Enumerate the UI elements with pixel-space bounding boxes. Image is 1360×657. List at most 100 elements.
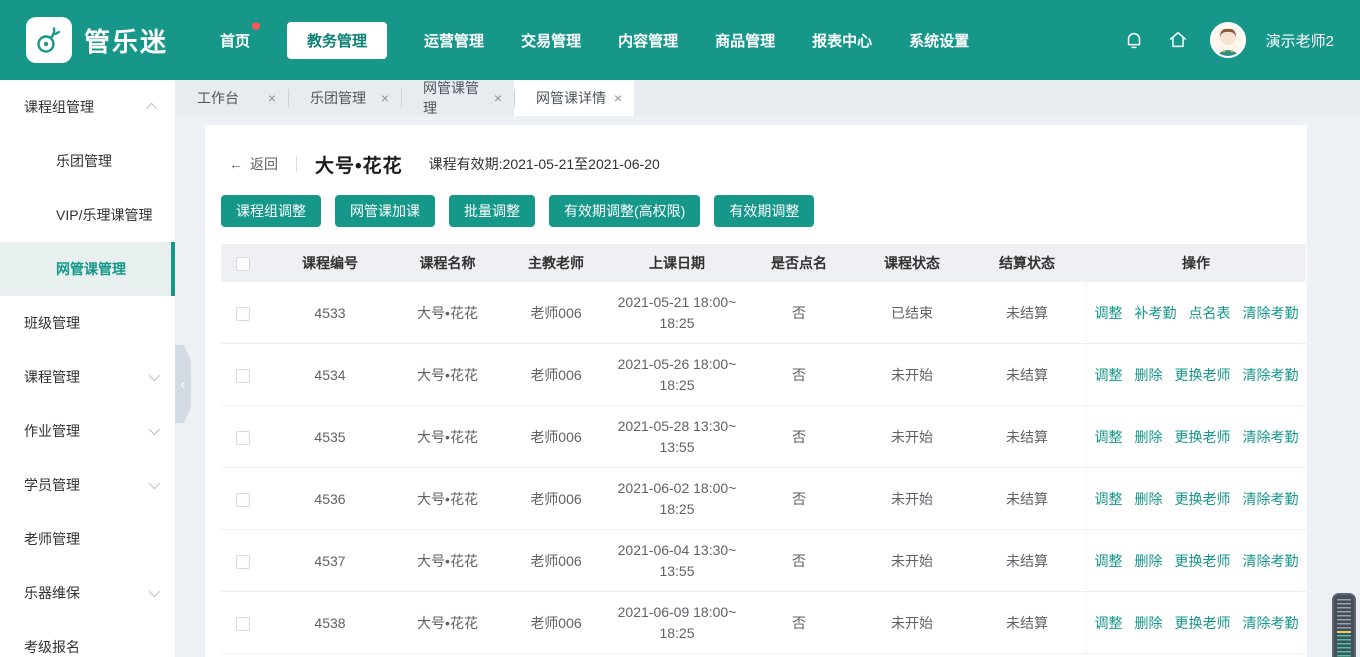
tab-close-icon[interactable]: ×: [490, 90, 506, 106]
action-link[interactable]: 补考勤: [1135, 303, 1177, 323]
course-validity: 课程有效期:2021-05-21至2021-06-20: [429, 154, 660, 174]
header-nav-item[interactable]: 系统设置: [909, 22, 969, 59]
sidebar-menu-item[interactable]: 乐器维保: [0, 566, 175, 620]
minimap-widget[interactable]: [1332, 593, 1356, 657]
bell-icon[interactable]: [1122, 28, 1146, 52]
back-button[interactable]: ← 返回: [229, 154, 278, 174]
action-link[interactable]: 更换老师: [1175, 365, 1231, 385]
row-checkbox[interactable]: [236, 431, 250, 445]
header-nav-item[interactable]: 商品管理: [715, 22, 775, 59]
action-link[interactable]: 更换老师: [1175, 489, 1231, 509]
tab-close-icon[interactable]: ×: [610, 90, 626, 106]
header-nav-item[interactable]: 教务管理: [287, 22, 387, 59]
sidebar-item-label: VIP/乐理课管理: [56, 205, 152, 225]
cell-course-id: 4535: [265, 429, 395, 445]
row-checkbox[interactable]: [236, 617, 250, 631]
nav-item-label: 商品管理: [715, 33, 775, 50]
action-link[interactable]: 清除考勤: [1243, 365, 1299, 385]
user-avatar[interactable]: [1210, 22, 1246, 58]
action-link[interactable]: 调整: [1095, 489, 1123, 509]
action-link[interactable]: 清除考勤: [1243, 303, 1299, 323]
action-link[interactable]: 删除: [1135, 427, 1163, 447]
action-link[interactable]: 调整: [1095, 613, 1123, 633]
action-link[interactable]: 清除考勤: [1243, 427, 1299, 447]
row-actions: 调整删除更换老师清除考勤: [1086, 468, 1306, 529]
collapse-arrow-icon: ‹: [181, 376, 186, 392]
header-nav-item[interactable]: 内容管理: [618, 22, 678, 59]
cell-settle: 未结算: [968, 551, 1086, 571]
row-checkbox[interactable]: [236, 555, 250, 569]
row-checkbox[interactable]: [236, 307, 250, 321]
action-link[interactable]: 更换老师: [1175, 427, 1231, 447]
sidebar-menu-item[interactable]: 网管课管理: [0, 242, 175, 296]
tab[interactable]: 乐团管理 ×: [288, 80, 401, 116]
tab[interactable]: 工作台 ×: [175, 80, 288, 116]
cell-rollcall: 否: [742, 551, 856, 571]
tab-label: 工作台: [197, 88, 239, 108]
action-button[interactable]: 课程组调整: [221, 195, 321, 227]
action-link[interactable]: 更换老师: [1175, 551, 1231, 571]
sidebar-item-label: 考级报名: [24, 637, 80, 657]
col-date: 上课日期: [612, 253, 742, 273]
action-link[interactable]: 更换老师: [1175, 613, 1231, 633]
sidebar-collapse-handle[interactable]: ‹: [175, 345, 191, 423]
nav-item-label: 内容管理: [618, 33, 678, 50]
action-link[interactable]: 调整: [1095, 303, 1123, 323]
sidebar-menu-item[interactable]: 学员管理: [0, 458, 175, 512]
header-nav-item[interactable]: 运营管理: [424, 22, 484, 59]
cell-status: 未开始: [856, 365, 968, 385]
tab[interactable]: 网管课管理 ×: [401, 80, 514, 116]
nav-item-label: 教务管理: [307, 33, 367, 50]
row-actions: 调整删除更换老师清除考勤: [1086, 592, 1306, 653]
action-button[interactable]: 有效期调整: [714, 195, 814, 227]
row-actions: 调整删除更换老师清除考勤: [1086, 344, 1306, 405]
select-all-checkbox[interactable]: [236, 257, 250, 271]
cell-teacher: 老师006: [500, 303, 612, 323]
sidebar-menu-item[interactable]: 课程管理: [0, 350, 175, 404]
col-settle: 结算状态: [968, 253, 1086, 273]
header-nav-item[interactable]: 首页: [220, 22, 250, 59]
header-nav-item[interactable]: 报表中心: [812, 22, 872, 59]
action-link[interactable]: 清除考勤: [1243, 551, 1299, 571]
sidebar-menu-item[interactable]: 乐团管理: [0, 134, 175, 188]
tab[interactable]: 网管课详情 ×: [514, 80, 634, 116]
sidebar: 课程组管理 乐团管理 VIP/乐理课管理 网管课管理 班级管理 课程管理 作业管…: [0, 80, 175, 657]
page-header-row: ← 返回 大号•花花 课程有效期:2021-05-21至2021-06-20: [221, 125, 1307, 181]
sidebar-menu-item[interactable]: 老师管理: [0, 512, 175, 566]
sidebar-menu-item[interactable]: 课程组管理: [0, 80, 175, 134]
sidebar-menu-item[interactable]: 作业管理: [0, 404, 175, 458]
sidebar-menu-item[interactable]: 班级管理: [0, 296, 175, 350]
app-logo[interactable]: [26, 17, 72, 63]
sidebar-menu-item[interactable]: VIP/乐理课管理: [0, 188, 175, 242]
action-button[interactable]: 有效期调整(高权限): [549, 195, 700, 227]
sidebar-item-label: 乐团管理: [56, 151, 112, 171]
header-nav-item[interactable]: 交易管理: [521, 22, 581, 59]
minimap-yellow-stripe: [1337, 631, 1351, 633]
sidebar-menu-item[interactable]: 考级报名: [0, 620, 175, 657]
row-checkbox[interactable]: [236, 369, 250, 383]
action-link[interactable]: 删除: [1135, 613, 1163, 633]
action-link[interactable]: 删除: [1135, 489, 1163, 509]
action-link[interactable]: 删除: [1135, 551, 1163, 571]
action-link[interactable]: 清除考勤: [1243, 489, 1299, 509]
action-link[interactable]: 点名表: [1189, 303, 1231, 323]
home-icon[interactable]: [1166, 28, 1190, 52]
user-name[interactable]: 演示老师2: [1266, 30, 1334, 51]
action-button[interactable]: 批量调整: [449, 195, 535, 227]
cell-rollcall: 否: [742, 303, 856, 323]
action-link[interactable]: 调整: [1095, 427, 1123, 447]
chevron-icon: [146, 103, 157, 114]
header-nav: 首页 教务管理 运营管理 交易管理 内容管理 商品管理 报表中心 系统设置: [220, 22, 969, 59]
action-button[interactable]: 网管课加课: [335, 195, 435, 227]
action-link[interactable]: 调整: [1095, 551, 1123, 571]
tab-close-icon[interactable]: ×: [264, 90, 280, 106]
tab-close-icon[interactable]: ×: [377, 90, 393, 106]
detail-card: ← 返回 大号•花花 课程有效期:2021-05-21至2021-06-20 课…: [205, 125, 1307, 657]
action-link[interactable]: 调整: [1095, 365, 1123, 385]
header-right: 演示老师2: [1122, 22, 1334, 58]
row-checkbox[interactable]: [236, 493, 250, 507]
cell-status: 已结束: [856, 303, 968, 323]
course-table: 课程编号 课程名称 主教老师 上课日期 是否点名 课程状态 结算状态 操作 45…: [221, 244, 1306, 657]
action-link[interactable]: 删除: [1135, 365, 1163, 385]
action-link[interactable]: 清除考勤: [1243, 613, 1299, 633]
